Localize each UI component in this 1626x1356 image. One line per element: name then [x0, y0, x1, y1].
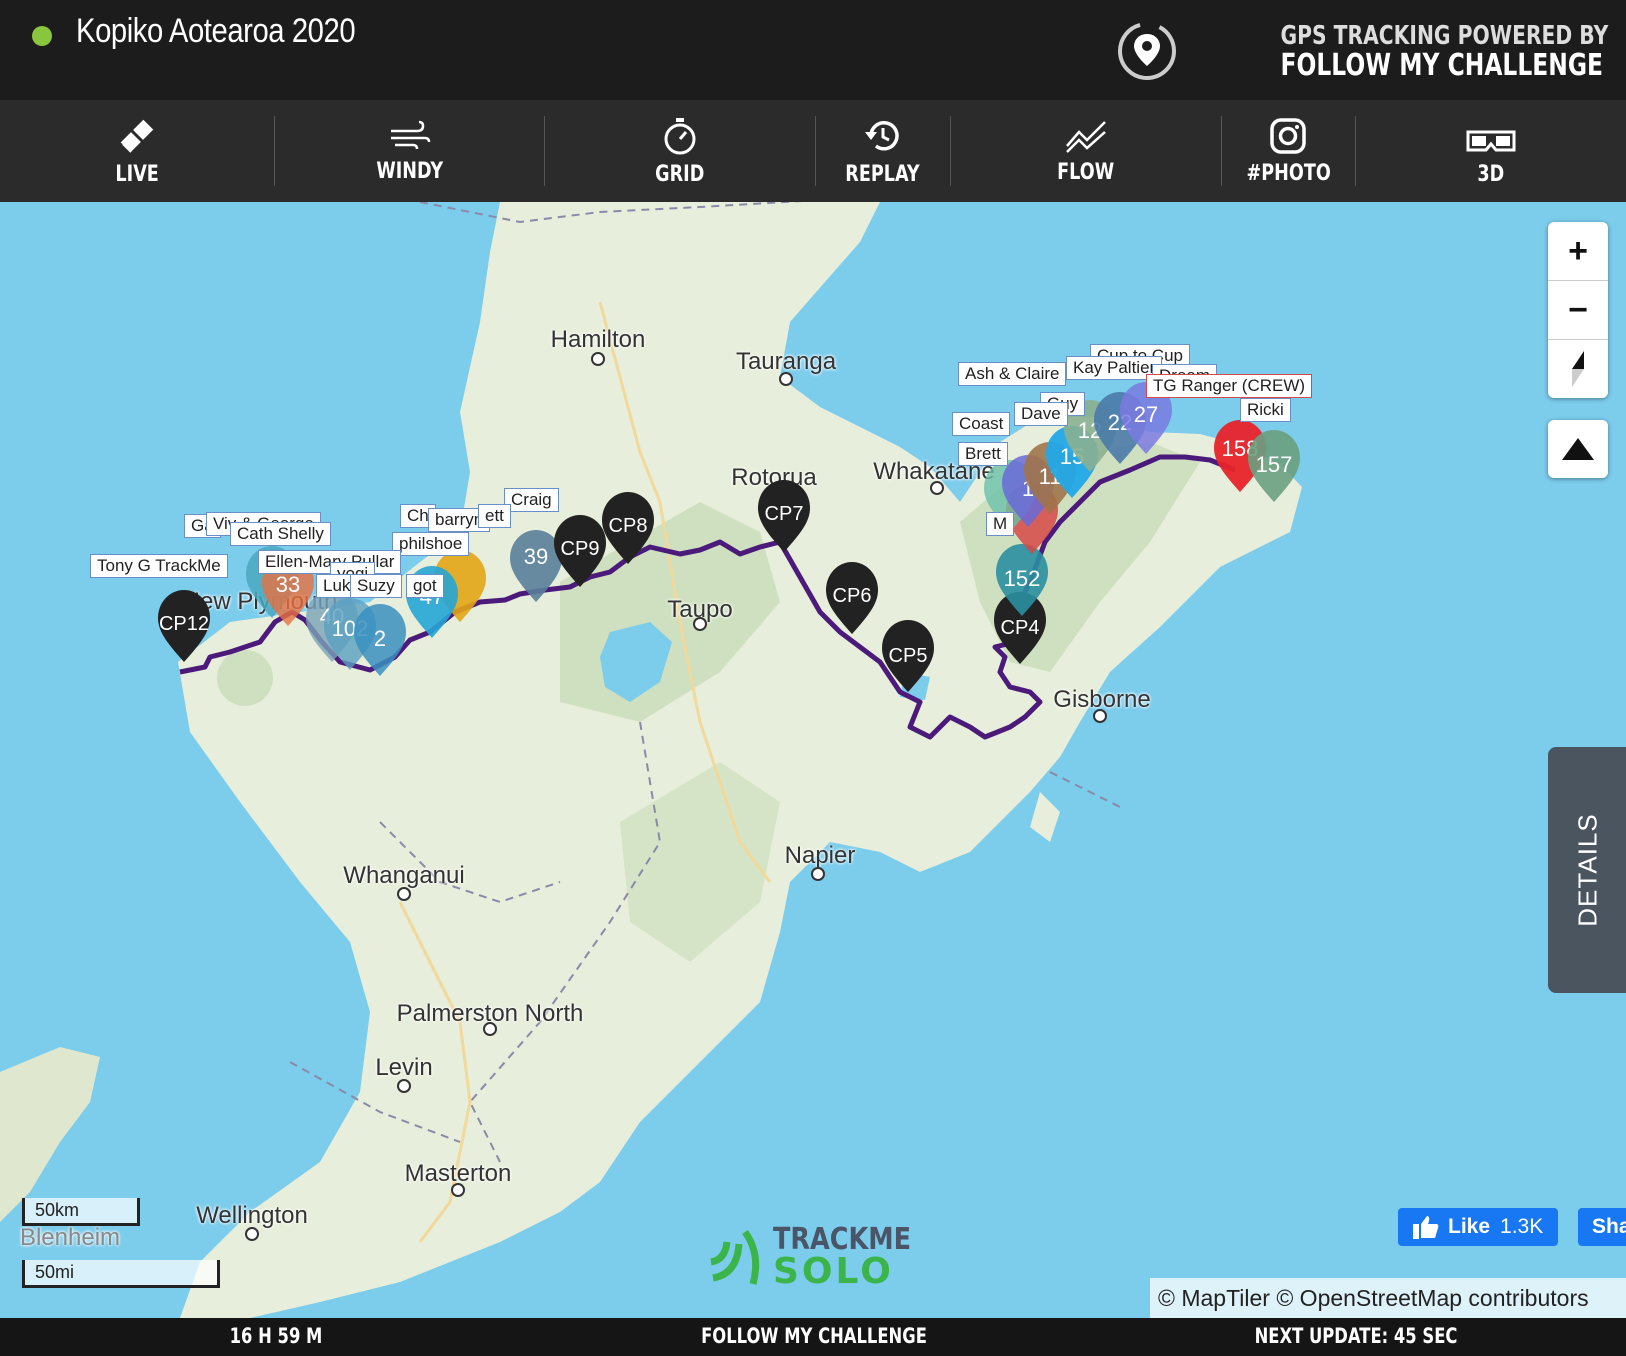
compass-button[interactable]: [1548, 340, 1608, 398]
checkpoint-label: CP6: [833, 585, 872, 607]
checkpoint-marker[interactable]: CP5: [882, 620, 934, 692]
instagram-icon: [1270, 117, 1307, 154]
checkpoint-label: CP12: [159, 613, 209, 635]
rider-label[interactable]: Craig: [504, 488, 559, 512]
brand-line2-b: MY CHALLENGE: [1398, 48, 1603, 83]
trackme-line2: SOLO: [773, 1251, 894, 1292]
nav-live[interactable]: LIVE: [0, 100, 274, 202]
checkpoint-marker[interactable]: CP12: [158, 590, 210, 662]
rider-label[interactable]: philshoe: [392, 532, 470, 556]
nav-bar: LIVE WINDY GRID REPLAY FLOW #PHOTO 3D: [0, 100, 1626, 202]
brand-line2-a: FOLLOW: [1280, 48, 1399, 83]
rider-label[interactable]: M: [986, 512, 1015, 536]
live-status-dot: [32, 26, 52, 46]
brand-text: GPS TRACKING POWERED BY FOLLOW MY CHALLE…: [1280, 21, 1608, 81]
checkpoint-marker[interactable]: CP7: [758, 480, 810, 552]
stopwatch-icon: [664, 117, 696, 154]
rider-label[interactable]: got: [406, 574, 444, 598]
nav-label: #PHOTO: [1246, 160, 1331, 186]
rider-number: 2: [374, 626, 386, 651]
map-pin-icon: [1117, 22, 1176, 80]
rider-number: 152: [1004, 566, 1041, 591]
trackme-solo-logo[interactable]: TRACKME SOLO: [705, 1222, 935, 1292]
checkpoint-marker[interactable]: CP8: [602, 492, 654, 564]
rider-label[interactable]: Suzy: [350, 574, 402, 598]
footer-brand[interactable]: FOLLOW MY CHALLENGE: [701, 1324, 927, 1348]
checkpoint-label: CP4: [1001, 617, 1040, 639]
rider-label[interactable]: TG Ranger (CREW): [1146, 374, 1313, 398]
next-update: NEXT UPDATE: 45 SEC: [1254, 1324, 1458, 1348]
rider-label[interactable]: Dave: [1014, 402, 1068, 426]
nav-label: LIVE: [115, 161, 159, 187]
elapsed-time: 16 H 59 M: [229, 1324, 323, 1348]
footer-bar: 16 H 59 M FOLLOW MY CHALLENGE NEXT UPDAT…: [0, 1318, 1626, 1356]
thumbs-up-icon: [1413, 1216, 1439, 1239]
like-label: Like: [1448, 1215, 1491, 1238]
3d-glasses-icon: [1466, 130, 1516, 151]
signal-waves-icon: [710, 1229, 760, 1285]
map-attribution[interactable]: © MapTiler © OpenStreetMap contributors: [1150, 1278, 1626, 1318]
header-bar: Kopiko Aotearoa 2020 GPS TRACKING POWERE…: [0, 0, 1626, 100]
rider-number: 27: [1134, 402, 1158, 427]
terrain-toggle-button[interactable]: [1548, 420, 1608, 478]
satellite-icon: [120, 119, 154, 153]
like-count: 1.3K: [1500, 1215, 1544, 1238]
checkpoint-label: CP7: [765, 503, 804, 525]
wind-icon: [391, 120, 431, 149]
brand-line1: GPS TRACKING POWERED BY: [1280, 21, 1608, 51]
zoom-out-button[interactable]: −: [1548, 281, 1608, 340]
rider-number: 33: [276, 572, 300, 597]
nav-flow[interactable]: FLOW: [951, 100, 1221, 202]
brand-line2: FOLLOW MY CHALLENGE: [1280, 51, 1608, 81]
rider-label[interactable]: Ricki: [1240, 398, 1291, 422]
nav-replay[interactable]: REPLAY: [816, 100, 950, 202]
rider-number: 39: [524, 544, 548, 569]
checkpoint-label: CP9: [561, 538, 600, 560]
nav-3d[interactable]: 3D: [1356, 100, 1626, 202]
event-title: Kopiko Aotearoa 2020: [76, 12, 356, 50]
rider-number: 157: [1256, 452, 1293, 477]
nav-windy[interactable]: WINDY: [275, 100, 545, 202]
compass-icon: [1572, 351, 1584, 387]
checkpoint-label: CP5: [889, 645, 928, 667]
nav-label: WINDY: [376, 158, 443, 184]
nav-label: REPLAY: [845, 161, 921, 187]
rider-label[interactable]: ett: [478, 504, 511, 528]
zoom-in-button[interactable]: +: [1548, 222, 1608, 281]
rider-label[interactable]: Ash & Claire: [958, 362, 1067, 386]
rider-label[interactable]: Brett: [958, 442, 1008, 466]
scale-km: 50km: [22, 1198, 140, 1226]
nav-photo[interactable]: #PHOTO: [1222, 100, 1356, 202]
checkpoint-marker[interactable]: CP9: [554, 515, 606, 587]
nav-grid[interactable]: GRID: [545, 100, 815, 202]
nav-label: FLOW: [1057, 159, 1115, 185]
map-canvas[interactable]: Hamilton Tauranga Rotorua Whakatane Taup…: [0, 202, 1626, 1318]
rider-marker[interactable]: 157: [1248, 430, 1300, 502]
details-panel-toggle[interactable]: DETAILS: [1548, 747, 1626, 993]
rider-marker[interactable]: 2: [354, 604, 406, 676]
brand-logo[interactable]: GPS TRACKING POWERED BY FOLLOW MY CHALLE…: [1116, 20, 1608, 82]
checkpoint-label: CP8: [609, 515, 648, 537]
trackme-line1: TRACKME: [773, 1222, 912, 1257]
terrain-control: [1548, 420, 1608, 478]
facebook-like-button[interactable]: Like 1.3K: [1398, 1208, 1558, 1246]
rider-label[interactable]: Tony G TrackMe: [90, 554, 228, 578]
replay-icon: [864, 120, 899, 150]
checkpoint-marker[interactable]: CP6: [826, 562, 878, 634]
flow-chart-icon: [1065, 120, 1106, 153]
nav-label: 3D: [1477, 161, 1505, 187]
markers-layer: 39 47 40 102 2 33 CP12 CP9 CP8 CP7 CP6 C…: [158, 382, 1300, 692]
rider-label[interactable]: Cath Shelly: [230, 522, 331, 546]
scale-mi: 50mi: [22, 1260, 220, 1288]
details-label: DETAILS: [1572, 813, 1603, 927]
zoom-controls: + −: [1548, 222, 1608, 398]
mountain-icon: [1562, 438, 1594, 460]
facebook-share-button[interactable]: Sha: [1578, 1208, 1626, 1246]
nav-label: GRID: [655, 161, 705, 187]
rider-label[interactable]: Coast: [952, 412, 1011, 436]
